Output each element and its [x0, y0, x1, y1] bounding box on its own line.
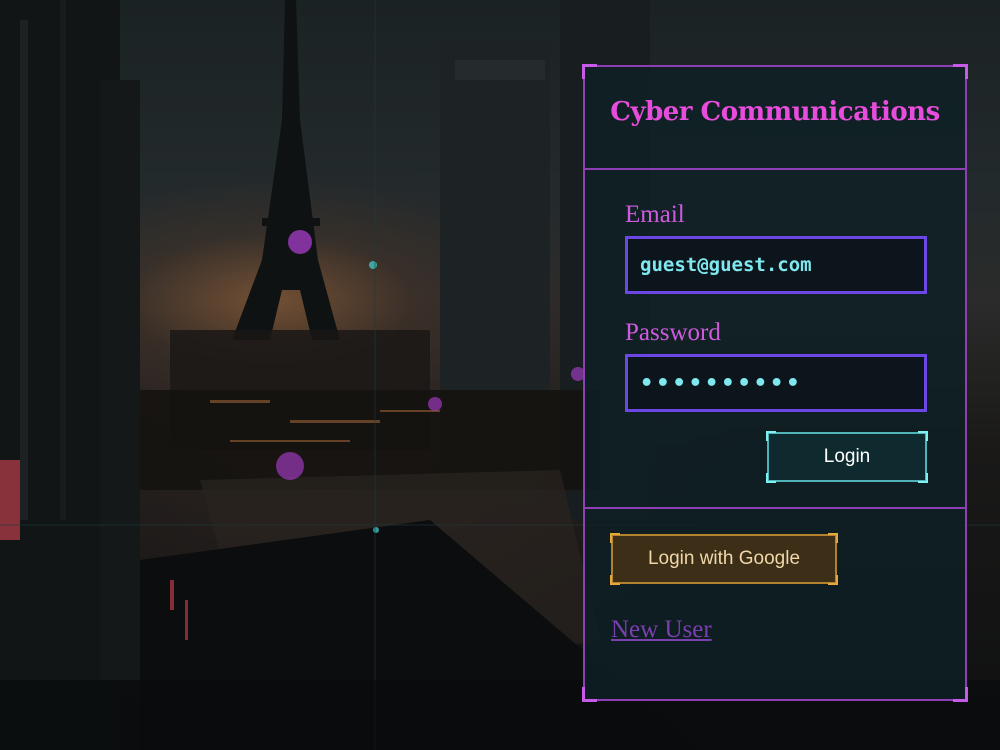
email-label: Email	[625, 201, 685, 228]
login-with-google-button[interactable]: Login with Google	[610, 533, 838, 585]
button-corner-accent	[766, 431, 776, 441]
button-corner-accent	[918, 431, 928, 441]
email-field[interactable]	[625, 236, 927, 294]
login-panel: Cyber Communications Email Password Logi…	[582, 64, 968, 702]
button-corner-accent	[828, 533, 838, 543]
divider	[585, 168, 965, 170]
page-title: Cyber Communications	[610, 97, 940, 127]
password-field[interactable]	[625, 354, 927, 412]
button-corner-accent	[766, 473, 776, 483]
login-button-label: Login	[823, 446, 871, 467]
password-label: Password	[625, 319, 721, 346]
panel-corner-accent	[582, 687, 597, 702]
new-user-link[interactable]: New User	[611, 616, 712, 644]
panel-corner-accent	[953, 687, 968, 702]
login-button[interactable]: Login	[766, 431, 928, 483]
button-corner-accent	[610, 533, 620, 543]
button-corner-accent	[918, 473, 928, 483]
google-button-label: Login with Google	[647, 548, 801, 569]
panel-corner-accent	[953, 64, 968, 79]
divider	[585, 507, 965, 509]
button-corner-accent	[828, 575, 838, 585]
button-corner-accent	[610, 575, 620, 585]
panel-corner-accent	[582, 64, 597, 79]
